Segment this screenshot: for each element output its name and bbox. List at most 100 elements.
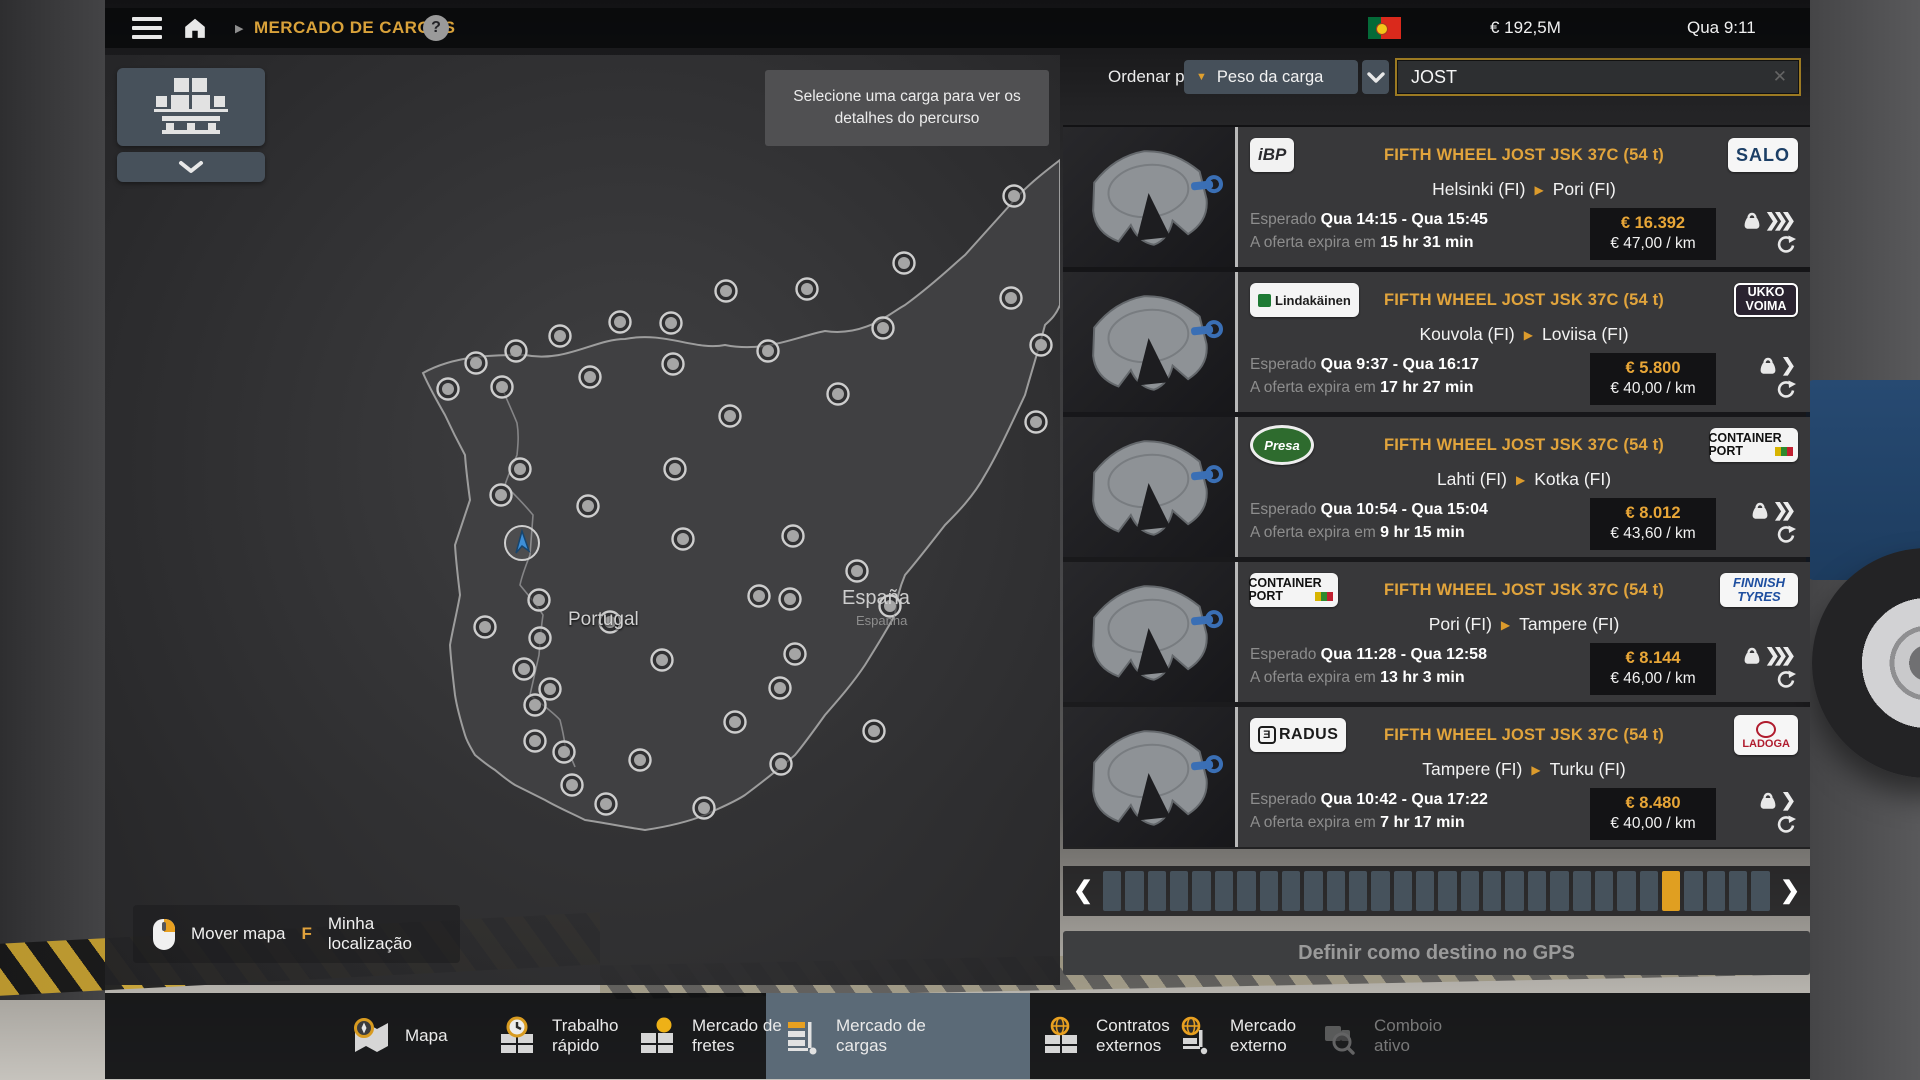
nav-tab-active-convoy: Comboio ativo bbox=[1319, 993, 1478, 1079]
offer-times: Esperado Qua 10:42 - Qua 17:22 A oferta … bbox=[1250, 788, 1590, 835]
offer-price: € 5.800 bbox=[1590, 357, 1716, 380]
prev-page-button[interactable]: ❮ bbox=[1071, 879, 1095, 903]
nav-tab-cargo-market[interactable]: Mercado de cargas bbox=[781, 993, 940, 1079]
map-city-dot-core bbox=[479, 621, 491, 633]
page-block-10[interactable] bbox=[1304, 871, 1322, 911]
collapse-panel-button[interactable] bbox=[117, 152, 265, 182]
game-screen: ▶ MERCADO DE CARGAS ? € 192,5M Qua 9:11 … bbox=[0, 0, 1920, 1080]
dropdown-triangle-icon: ▼ bbox=[1196, 71, 1207, 83]
map-label-spain: España bbox=[842, 587, 910, 610]
pagination-blocks bbox=[1103, 871, 1770, 911]
page-block-28[interactable] bbox=[1707, 871, 1725, 911]
page-block-8[interactable] bbox=[1260, 871, 1278, 911]
garage-left-wall bbox=[0, 0, 105, 1080]
menu-icon[interactable] bbox=[130, 8, 164, 48]
origin-city: Pori (FI) bbox=[1429, 614, 1492, 635]
page-block-6[interactable] bbox=[1215, 871, 1233, 911]
expires-in: 15 hr 31 min bbox=[1380, 234, 1473, 251]
page-block-13[interactable] bbox=[1371, 871, 1389, 911]
map-city-dot-core bbox=[729, 716, 741, 728]
origin-city: Helsinki (FI) bbox=[1432, 179, 1525, 200]
nav-tab-quick-job[interactable]: Trabalho rápido bbox=[497, 993, 656, 1079]
price-per-km: € 40,00 / km bbox=[1590, 380, 1716, 398]
price-per-km: € 43,60 / km bbox=[1590, 525, 1716, 543]
help-button[interactable]: ? bbox=[423, 8, 449, 48]
map-city-dot-core bbox=[442, 383, 454, 395]
sort-dropdown[interactable]: ▼ Peso da carga bbox=[1184, 60, 1358, 94]
shipper-logo: Presa bbox=[1250, 425, 1314, 465]
page-block-29[interactable] bbox=[1729, 871, 1747, 911]
origin-city: Kouvola (FI) bbox=[1419, 324, 1514, 345]
receiver-logo: UKKO VOIMA bbox=[1734, 283, 1798, 317]
page-block-4[interactable] bbox=[1170, 871, 1188, 911]
page-block-15[interactable] bbox=[1416, 871, 1434, 911]
cargo-offer-row[interactable]: CONTAINER PORT FIFTH WHEEL JOST JSK 37C … bbox=[1063, 562, 1810, 702]
price-box: € 8.480 € 40,00 / km bbox=[1590, 788, 1716, 840]
cargo-offer-row[interactable]: Presa FIFTH WHEEL JOST JSK 37C (54 t) CO… bbox=[1063, 417, 1810, 557]
page-block-18[interactable] bbox=[1483, 871, 1501, 911]
page-block-9[interactable] bbox=[1282, 871, 1300, 911]
page-block-7[interactable] bbox=[1237, 871, 1255, 911]
expires-in: 9 hr 15 min bbox=[1380, 524, 1464, 541]
page-block-3[interactable] bbox=[1148, 871, 1166, 911]
map-city-dot-core bbox=[544, 683, 556, 695]
page-block-26[interactable] bbox=[1662, 871, 1680, 911]
page-block-25[interactable] bbox=[1640, 871, 1658, 911]
fifth-wheel-thumbnail bbox=[1063, 417, 1235, 557]
breadcrumb-arrow-icon: ▶ bbox=[235, 8, 243, 48]
page-block-23[interactable] bbox=[1595, 871, 1613, 911]
page-block-14[interactable] bbox=[1394, 871, 1412, 911]
page-block-30[interactable] bbox=[1751, 871, 1769, 911]
cargo-title: FIFTH WHEEL JOST JSK 37C (54 t) bbox=[1346, 726, 1702, 745]
cargo-weight-icon bbox=[1759, 790, 1777, 811]
map-panel[interactable]: España Espanha Portugal bbox=[105, 55, 1060, 985]
search-input[interactable] bbox=[1409, 66, 1773, 89]
page-block-1[interactable] bbox=[1103, 871, 1121, 911]
external-contracts-icon bbox=[1041, 1016, 1083, 1056]
page-block-20[interactable] bbox=[1528, 871, 1546, 911]
urgency-chevrons-icon: ❯ bbox=[1781, 791, 1789, 809]
cargo-offer-row[interactable]: Lindakäinen FIFTH WHEEL JOST JSK 37C (54… bbox=[1063, 272, 1810, 412]
map-city-dot-core bbox=[1030, 416, 1042, 428]
nav-tab-freight-market[interactable]: Mercado de fretes bbox=[637, 993, 796, 1079]
next-page-button[interactable]: ❯ bbox=[1778, 879, 1802, 903]
page-block-12[interactable] bbox=[1349, 871, 1367, 911]
map-city-dot-core bbox=[1005, 292, 1017, 304]
map-city-dot-core bbox=[720, 285, 732, 297]
page-block-27[interactable] bbox=[1684, 871, 1702, 911]
expected-window: Qua 14:15 - Qua 15:45 bbox=[1321, 211, 1488, 228]
page-block-16[interactable] bbox=[1438, 871, 1456, 911]
cargo-offer-row[interactable]: iBP FIFTH WHEEL JOST JSK 37C (54 t) SALO… bbox=[1063, 127, 1810, 267]
nav-tab-map[interactable]: Mapa bbox=[350, 993, 509, 1079]
nav-tab-external-market[interactable]: Mercado externo bbox=[1175, 993, 1334, 1079]
cargo-weight-icon bbox=[1759, 355, 1777, 376]
page-block-11[interactable] bbox=[1327, 871, 1345, 911]
expected-window: Qua 10:42 - Qua 17:22 bbox=[1321, 791, 1488, 808]
map-city-dot-core bbox=[529, 735, 541, 747]
cargo-offer-details: CONTAINER PORT FIFTH WHEEL JOST JSK 37C … bbox=[1238, 562, 1810, 702]
set-gps-destination-button[interactable]: Definir como destino no GPS bbox=[1063, 931, 1810, 975]
loop-delivery-icon bbox=[1776, 525, 1796, 545]
sort-dropdown-expand-button[interactable] bbox=[1362, 60, 1389, 94]
map-city-dot-core bbox=[470, 357, 482, 369]
page-block-24[interactable] bbox=[1617, 871, 1635, 911]
receiver-logo: CONTAINER PORT bbox=[1710, 428, 1798, 462]
page-block-21[interactable] bbox=[1550, 871, 1568, 911]
page-block-22[interactable] bbox=[1573, 871, 1591, 911]
iberia-map bbox=[105, 55, 1060, 985]
route-arrow-icon: ▶ bbox=[1501, 618, 1510, 632]
map-city-dot-core bbox=[656, 654, 668, 666]
page-block-19[interactable] bbox=[1505, 871, 1523, 911]
cargo-offer-row[interactable]: RADUS FIFTH WHEEL JOST JSK 37C (54 t) LA… bbox=[1063, 707, 1810, 847]
cargo-view-toggle-button[interactable] bbox=[117, 68, 265, 146]
page-block-2[interactable] bbox=[1125, 871, 1143, 911]
map-controls-legend: Mover mapa F Minha localização bbox=[133, 905, 460, 963]
clear-search-icon[interactable]: ✕ bbox=[1773, 67, 1787, 87]
chevron-down-icon bbox=[178, 160, 204, 174]
route-arrow-icon: ▶ bbox=[1531, 763, 1540, 777]
cargo-offer-details: Presa FIFTH WHEEL JOST JSK 37C (54 t) CO… bbox=[1238, 417, 1810, 557]
page-block-5[interactable] bbox=[1192, 871, 1210, 911]
price-per-km: € 47,00 / km bbox=[1590, 235, 1716, 253]
page-block-17[interactable] bbox=[1461, 871, 1479, 911]
top-bar: ▶ MERCADO DE CARGAS ? € 192,5M Qua 9:11 bbox=[105, 8, 1810, 48]
